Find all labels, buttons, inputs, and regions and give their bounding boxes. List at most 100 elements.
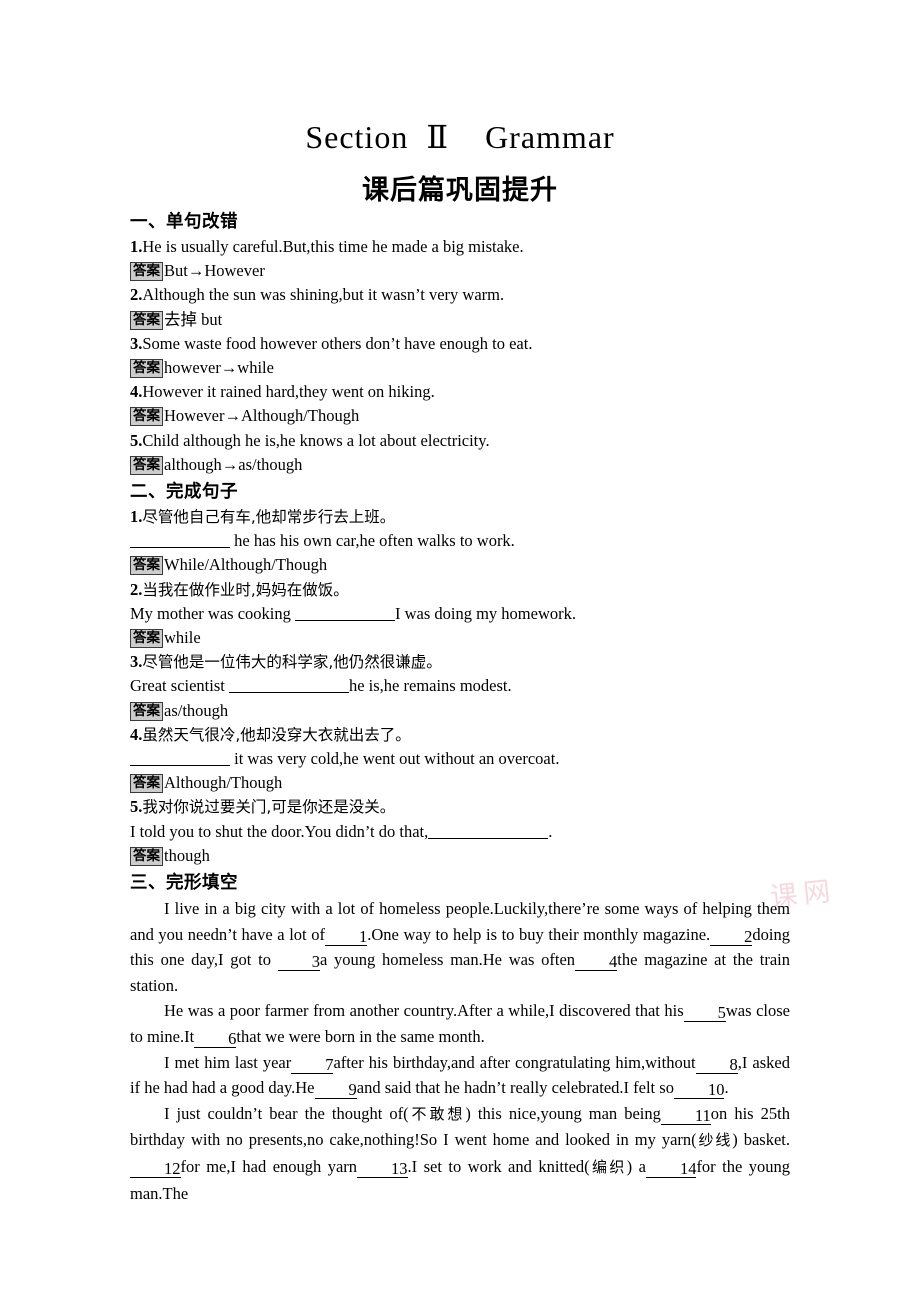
question-number: 1.	[130, 237, 143, 256]
cloze-blank-7[interactable]: 7	[291, 1056, 334, 1074]
question-number: 2.	[130, 285, 143, 305]
fill-in-line: My mother was cooking I was doing my hom…	[130, 602, 790, 626]
answer-text: But→However	[164, 261, 265, 281]
answer-line: 答案 去掉 but	[130, 308, 790, 332]
answer-text: although→as/though	[164, 454, 303, 474]
cloze-blank-3[interactable]: 3	[277, 953, 320, 972]
cloze-text: .One way to help is to buy their monthly…	[367, 924, 711, 944]
answer-text: While/Although/Though	[164, 555, 328, 575]
answer-blank[interactable]	[428, 823, 549, 839]
cloze-text: for me,I had enough yarn	[180, 1157, 358, 1177]
answer-text: though	[164, 845, 210, 865]
answer-line: 答案 however→while	[130, 356, 790, 380]
answer-line: 答案 However→Although/Though	[130, 404, 790, 428]
gloss-chinese: 不敢想	[408, 1104, 466, 1123]
answer-text: 去掉 but	[164, 309, 223, 329]
answer-tag-label: 答案	[130, 310, 163, 330]
question-number: 4.	[130, 382, 143, 402]
fill-in-line: he has his own car,he often walks to wor…	[130, 529, 790, 553]
cloze-blank-10[interactable]: 10	[673, 1081, 725, 1100]
chinese-prompt: 尽管他自己有车,他却常步行去上班。	[142, 508, 396, 527]
cloze-text: I just couldn’t bear the thought of(	[164, 1103, 409, 1123]
cloze-blank-11[interactable]: 11	[660, 1107, 711, 1125]
answer-tag-label: 答案	[130, 629, 163, 649]
question-number: 1.	[130, 507, 143, 527]
answer-tag-label: 答案	[130, 262, 163, 282]
question-text: Some waste food however others don’t hav…	[142, 333, 533, 353]
cloze-blank-8[interactable]: 8	[695, 1056, 738, 1074]
sentence-after-blank: he has his own car,he often walks to wor…	[230, 531, 515, 551]
answer-line: 答案 But→However	[130, 259, 790, 283]
question-text: He is usually careful.But,this time he m…	[142, 237, 524, 256]
section-heading-3: 三、完形填空	[130, 873, 238, 894]
sentence-after-blank: .	[548, 821, 553, 841]
answer-blank[interactable]	[294, 605, 395, 621]
question-number: 3.	[130, 652, 143, 672]
question-line-chinese: 4.虽然天气很冷,他却没穿大衣就出去了。	[130, 723, 790, 747]
question-line: 2.Although the sun was shining,but it wa…	[130, 283, 790, 307]
chinese-prompt: 虽然天气很冷,他却没穿大衣就出去了。	[142, 725, 411, 744]
fill-in-line: it was very cold,he went out without an …	[130, 747, 790, 771]
answer-tag-label: 答案	[130, 701, 163, 721]
cloze-paragraph-2: He was a poor farmer from another countr…	[130, 998, 790, 1049]
answer-text: however→while	[164, 358, 274, 378]
cloze-blank-1[interactable]: 1	[325, 928, 368, 946]
answer-text: However→Although/Though	[164, 406, 360, 426]
chinese-prompt: 尽管他是一位伟大的科学家,他仍然很谦虚。	[142, 653, 442, 672]
question-line: 3.Some waste food however others don’t h…	[130, 332, 790, 356]
cloze-text: and said that he hadn’t really celebrate…	[356, 1078, 674, 1098]
question-number: 5.	[130, 797, 143, 817]
answer-tag-label: 答案	[130, 556, 163, 576]
gloss-chinese: 编织	[589, 1158, 627, 1177]
document-content: 一、单句改错 1.He is usually careful.But,this t…	[130, 208, 790, 1206]
answer-text: Although/Though	[164, 773, 283, 793]
fill-in-line: Great scientist he is,he remains modest.	[130, 674, 790, 698]
cloze-blank-13[interactable]: 13	[357, 1160, 408, 1179]
sentence-before-blank: Great scientist	[130, 676, 229, 696]
sentence-before-blank: I told you to shut the door.You didn’t d…	[130, 821, 429, 841]
answer-blank[interactable]	[130, 532, 230, 549]
question-line-chinese: 2.当我在做作业时,妈妈在做饭。	[130, 578, 790, 602]
answer-line: 答案 While/Although/Though	[130, 553, 790, 577]
sentence-after-blank: it was very cold,he went out without an …	[230, 749, 560, 769]
cloze-text: I met him last year	[164, 1052, 292, 1072]
question-number: 3.	[130, 333, 143, 353]
answer-blank[interactable]	[228, 677, 349, 694]
fill-in-line: I told you to shut the door.You didn’t d…	[130, 820, 790, 844]
cloze-blank-12[interactable]: 12	[130, 1160, 181, 1179]
question-line-chinese: 1.尽管他自己有车,他却常步行去上班。	[130, 505, 790, 529]
question-line: 4.However it rained hard,they went on hi…	[130, 380, 790, 404]
cloze-text: .	[724, 1078, 729, 1098]
page-title: Section Ⅱ Grammar	[305, 119, 615, 155]
answer-blank[interactable]	[130, 750, 230, 767]
question-line-chinese: 3.尽管他是一位伟大的科学家,他仍然很谦虚。	[130, 650, 790, 674]
answer-tag-label: 答案	[130, 846, 163, 866]
cloze-paragraph-4: I just couldn’t bear the thought of(不敢想)…	[130, 1101, 790, 1206]
cloze-blank-4[interactable]: 4	[575, 953, 618, 972]
question-line: 5.Child although he is,he knows a lot ab…	[130, 429, 790, 453]
question-number: 2.	[130, 579, 143, 599]
chinese-prompt: 我对你说过要关门,可是你还是没关。	[142, 798, 396, 817]
question-line: 1.He is usually careful.But,this time he…	[130, 235, 790, 259]
cloze-text: that we were born in the same month.	[236, 1027, 485, 1047]
cloze-blank-5[interactable]: 5	[683, 1004, 726, 1023]
cloze-text: a young homeless man.He was often	[319, 950, 576, 970]
cloze-text: .I set to work and knitted(	[407, 1157, 590, 1177]
cloze-blank-14[interactable]: 14	[645, 1160, 697, 1179]
cloze-paragraph-3: I met him last year 7after his birthday,a…	[130, 1050, 790, 1101]
answer-line: 答案 while	[130, 626, 790, 650]
cloze-blank-2[interactable]: 2	[710, 928, 753, 946]
cloze-paragraph-1: I live in a big city with a lot of homel…	[130, 896, 790, 998]
cloze-text: ) this nice,young man being	[465, 1103, 661, 1123]
section-heading-2: 二、完成句子	[130, 482, 238, 503]
question-number: 5.	[130, 430, 143, 450]
answer-line: 答案 though	[130, 844, 790, 868]
sentence-after-blank: I was doing my homework.	[394, 603, 577, 623]
question-text: However it rained hard,they went on hiki…	[142, 382, 435, 402]
cloze-blank-9[interactable]: 9	[314, 1081, 357, 1100]
answer-tag-label: 答案	[130, 359, 163, 379]
question-text: Child although he is,he knows a lot abou…	[142, 430, 490, 450]
cloze-blank-6[interactable]: 6	[194, 1030, 237, 1049]
cloze-text: He was a poor farmer from another countr…	[164, 1001, 684, 1021]
chinese-prompt: 当我在做作业时,妈妈在做饭。	[142, 580, 349, 599]
